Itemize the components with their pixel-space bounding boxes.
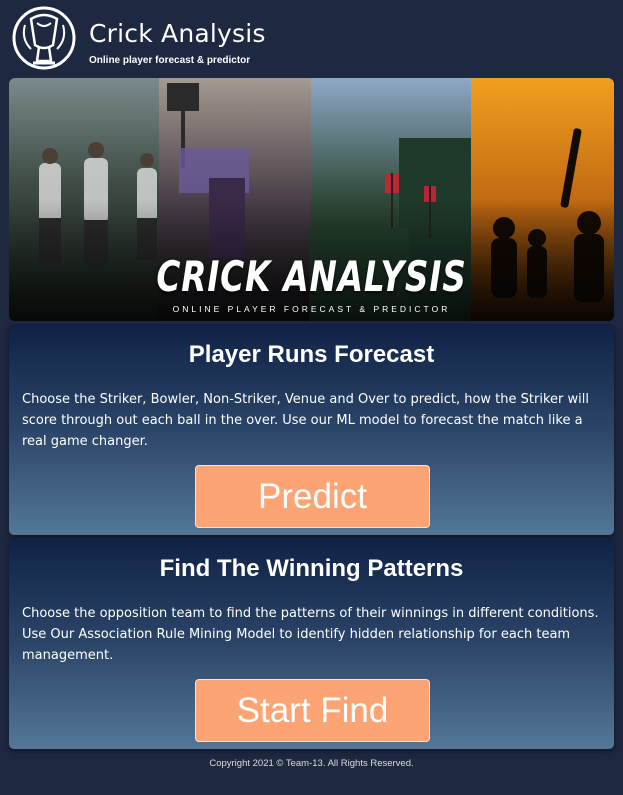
footer-copyright: Copyright 2021 © Team-13. All Rights Res… xyxy=(209,758,414,769)
banner-subtitle: ONLINE PLAYER FORECAST & PREDICTOR xyxy=(172,304,451,314)
app-header: Crick Analysis Online player forecast & … xyxy=(0,0,623,76)
app-title: Crick Analysis xyxy=(89,19,266,48)
app-subtitle: Online player forecast & predictor xyxy=(89,55,251,66)
player-runs-forecast-card: Player Runs Forecast Choose the Striker,… xyxy=(9,324,614,535)
hero-banner: CRICK ANALYSIS ONLINE PLAYER FORECAST & … xyxy=(9,78,614,321)
card-description: Choose the Striker, Bowler, Non-Striker,… xyxy=(22,392,589,449)
card-title: Player Runs Forecast xyxy=(188,341,435,368)
card-title: Find The Winning Patterns xyxy=(159,555,464,582)
banner-title: CRICK ANALYSIS xyxy=(156,252,467,301)
winning-patterns-card: Find The Winning Patterns Choose the opp… xyxy=(9,538,614,749)
start-find-button[interactable]: Start Find xyxy=(195,679,430,742)
predict-button[interactable]: Predict xyxy=(195,465,430,528)
card-description: Choose the opposition team to find the p… xyxy=(22,606,599,663)
trophy-logo-icon[interactable] xyxy=(11,5,77,71)
